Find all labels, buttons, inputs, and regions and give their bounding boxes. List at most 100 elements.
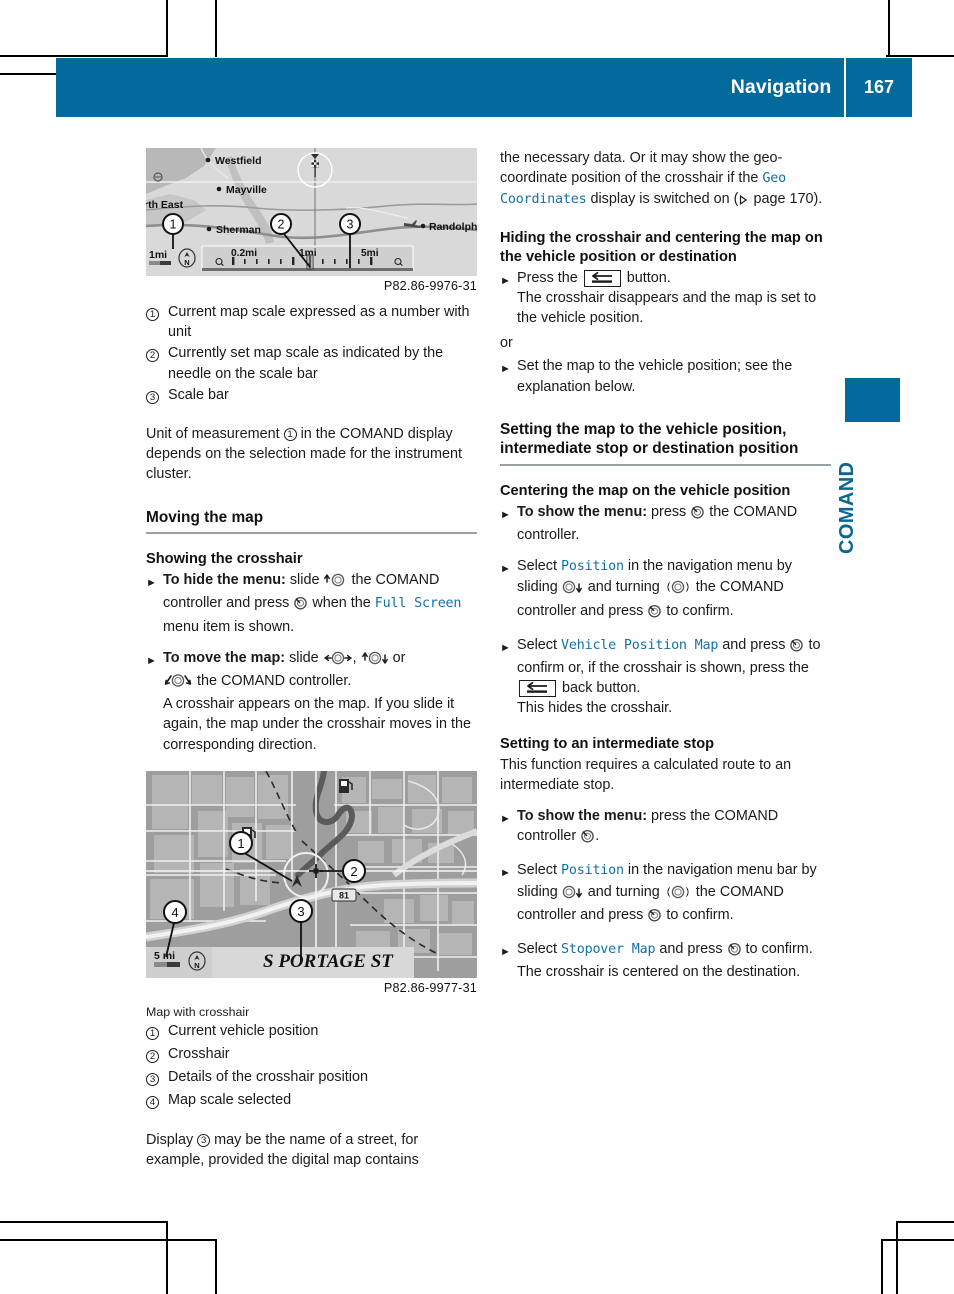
svg-text:81: 81 bbox=[339, 890, 349, 900]
svg-text:0.2mi: 0.2mi bbox=[231, 248, 257, 259]
svg-text:3: 3 bbox=[347, 218, 354, 232]
step-bullet-icon: ► bbox=[500, 563, 511, 576]
back-button-icon[interactable] bbox=[519, 680, 556, 698]
legend-text: Crosshair bbox=[168, 1045, 230, 1062]
step-text-a: press bbox=[647, 503, 691, 520]
step-show-menu-2: ► To show the menu: press the COMAND con… bbox=[500, 806, 831, 849]
step-body: Select Position in the navigation menu b… bbox=[517, 556, 831, 624]
svg-text:Sherman: Sherman bbox=[216, 224, 261, 236]
step-body: Press the button. The crosshair disappear… bbox=[517, 268, 831, 329]
step-sub-text: The crosshair is centered on the destina… bbox=[517, 964, 801, 981]
step-bullet-icon: ► bbox=[500, 641, 511, 654]
legend-number: 1 bbox=[146, 1021, 168, 1043]
menu-item-vehicle-position-map[interactable]: Vehicle Position Map bbox=[561, 638, 718, 653]
step-body: Select Stopover Map and press to confirm… bbox=[517, 939, 831, 982]
controller-slide-diagonal-icon bbox=[163, 673, 193, 694]
crop-mark-bottom-left-v2 bbox=[215, 1239, 217, 1294]
legend-text: Scale bar bbox=[168, 386, 229, 403]
step-text-a: Select bbox=[517, 636, 561, 653]
step-bold-lead: To show the menu: bbox=[517, 503, 648, 520]
figure-image-code: P82.86-9977-31 bbox=[383, 980, 477, 995]
figure-map-scale: Westfield Mayville rth East Sherman Rand… bbox=[146, 148, 477, 293]
step-bullet-icon: ► bbox=[500, 867, 511, 880]
svg-text:rth East: rth East bbox=[146, 199, 184, 211]
step-text-a: Press the bbox=[517, 269, 582, 286]
step-text-b: , bbox=[352, 649, 361, 666]
back-button-icon[interactable] bbox=[583, 269, 621, 287]
step-body: To show the menu: press the COMAND contr… bbox=[517, 502, 831, 545]
svg-text:Mayville: Mayville bbox=[226, 184, 267, 196]
controller-slide-up-icon bbox=[323, 573, 347, 593]
step-sub-text: The crosshair disappears and the map is … bbox=[517, 289, 817, 327]
step-body: Select Position in the navigation menu b… bbox=[517, 860, 831, 928]
legend-number: 2 bbox=[146, 1044, 168, 1066]
heading-moving-the-map: Moving the map bbox=[146, 508, 477, 535]
step-text-b: . bbox=[595, 828, 600, 845]
map-crosshair-image: 81 5 mi N S PORTAGE ST 1 2 3 4 bbox=[146, 770, 477, 978]
step-body: To hide the menu: slide the COMAND contr… bbox=[163, 570, 477, 637]
step-text-d: menu item is shown. bbox=[163, 618, 295, 635]
legend-item: 2 Crosshair bbox=[146, 1044, 477, 1066]
inline-circled-number: 3 bbox=[197, 1133, 211, 1147]
crop-mark-bottom-right-h bbox=[898, 1221, 954, 1223]
svg-text:5 mi: 5 mi bbox=[154, 950, 175, 962]
step-text-c: to confirm. bbox=[741, 941, 813, 958]
step-select-position-1: ► Select Position in the navigation menu… bbox=[500, 556, 831, 624]
figure-legend-list-2: 1 Current vehicle position 2 Crosshair 3… bbox=[146, 1021, 477, 1113]
controller-press-icon bbox=[293, 596, 308, 616]
crop-mark-bottom-right-v2 bbox=[881, 1239, 883, 1294]
page-header-bar: Navigation 167 bbox=[56, 58, 912, 117]
page-number: 167 bbox=[863, 77, 895, 97]
controller-slide-down-icon bbox=[562, 885, 584, 905]
map-scale-image: Westfield Mayville rth East Sherman Rand… bbox=[146, 148, 477, 276]
controller-slide-down-icon bbox=[562, 580, 584, 600]
menu-item-full-screen[interactable]: Full Screen bbox=[375, 596, 462, 611]
legend-text: Current vehicle position bbox=[168, 1022, 319, 1039]
legend-item: 1 Current vehicle position bbox=[146, 1021, 477, 1043]
step-show-menu-1: ► To show the menu: press the COMAND con… bbox=[500, 502, 831, 545]
svg-text:5mi: 5mi bbox=[361, 248, 379, 259]
para-text-a: Unit of measurement bbox=[146, 426, 284, 443]
step-bullet-icon: ► bbox=[500, 946, 511, 959]
heading-setting-map-position: Setting the map to the vehicle position,… bbox=[500, 420, 831, 466]
svg-text:Randolph: Randolph bbox=[429, 221, 477, 233]
svg-text:Westfield: Westfield bbox=[215, 155, 261, 167]
step-bold-lead: To show the menu: bbox=[517, 808, 648, 825]
para-text-a: the necessary data. Or it may show the g… bbox=[500, 150, 783, 187]
step-bold-lead: To move the map: bbox=[163, 649, 286, 666]
step-text-a: Select bbox=[517, 941, 561, 958]
paragraph-display-street-name: Display 3 may be the name of a street, f… bbox=[146, 1130, 477, 1170]
menu-item-stopover-map[interactable]: Stopover Map bbox=[561, 942, 656, 957]
side-tab-marker bbox=[845, 378, 900, 422]
figure-image-code: P82.86-9976-31 bbox=[383, 279, 477, 293]
para-text-b: display is switched on ( bbox=[586, 191, 739, 208]
figure-map-crosshair: 81 5 mi N S PORTAGE ST 1 2 3 4 P82.86-99… bbox=[146, 770, 477, 995]
svg-text:3: 3 bbox=[297, 904, 304, 919]
step-press-back-button: ► Press the button. The crosshair disappe… bbox=[500, 268, 831, 329]
legend-item: 2 Currently set map scale as indicated b… bbox=[146, 343, 477, 383]
heading-setting-intermediate-stop: Setting to an intermediate stop bbox=[500, 735, 715, 752]
step-set-map-vehicle-position: ► Set the map to the vehicle position; s… bbox=[500, 356, 831, 396]
heading-centering-map: Centering the map on the vehicle positio… bbox=[500, 482, 791, 499]
step-bold-lead: To hide the menu: bbox=[163, 572, 286, 589]
legend-number: 2 bbox=[146, 343, 168, 365]
legend-text: Map scale selected bbox=[168, 1092, 292, 1109]
crop-mark-top-left-v2 bbox=[215, 0, 217, 57]
controller-turn-icon bbox=[664, 885, 692, 905]
figure-legend-list-1: 1 Current map scale expressed as a numbe… bbox=[146, 302, 477, 407]
controller-press-icon bbox=[727, 942, 742, 962]
step-text-a: Select bbox=[517, 558, 561, 575]
inline-circled-number: 1 bbox=[283, 428, 297, 442]
step-body: Set the map to the vehicle position; see… bbox=[517, 358, 793, 395]
menu-item-position[interactable]: Position bbox=[561, 559, 624, 574]
step-text-d: back button. bbox=[558, 680, 641, 697]
step-text-e: to confirm. bbox=[662, 906, 734, 923]
legend-text: Current map scale expressed as a number … bbox=[168, 304, 470, 341]
step-body: To show the menu: press the COMAND contr… bbox=[517, 806, 831, 849]
legend-item: 3 Details of the crosshair position bbox=[146, 1067, 477, 1089]
page-title: Navigation bbox=[730, 76, 832, 98]
menu-item-position[interactable]: Position bbox=[561, 863, 624, 878]
legend-number: 3 bbox=[146, 385, 168, 407]
para-text-c: page 170). bbox=[749, 191, 823, 208]
step-text-a: slide bbox=[285, 649, 323, 666]
